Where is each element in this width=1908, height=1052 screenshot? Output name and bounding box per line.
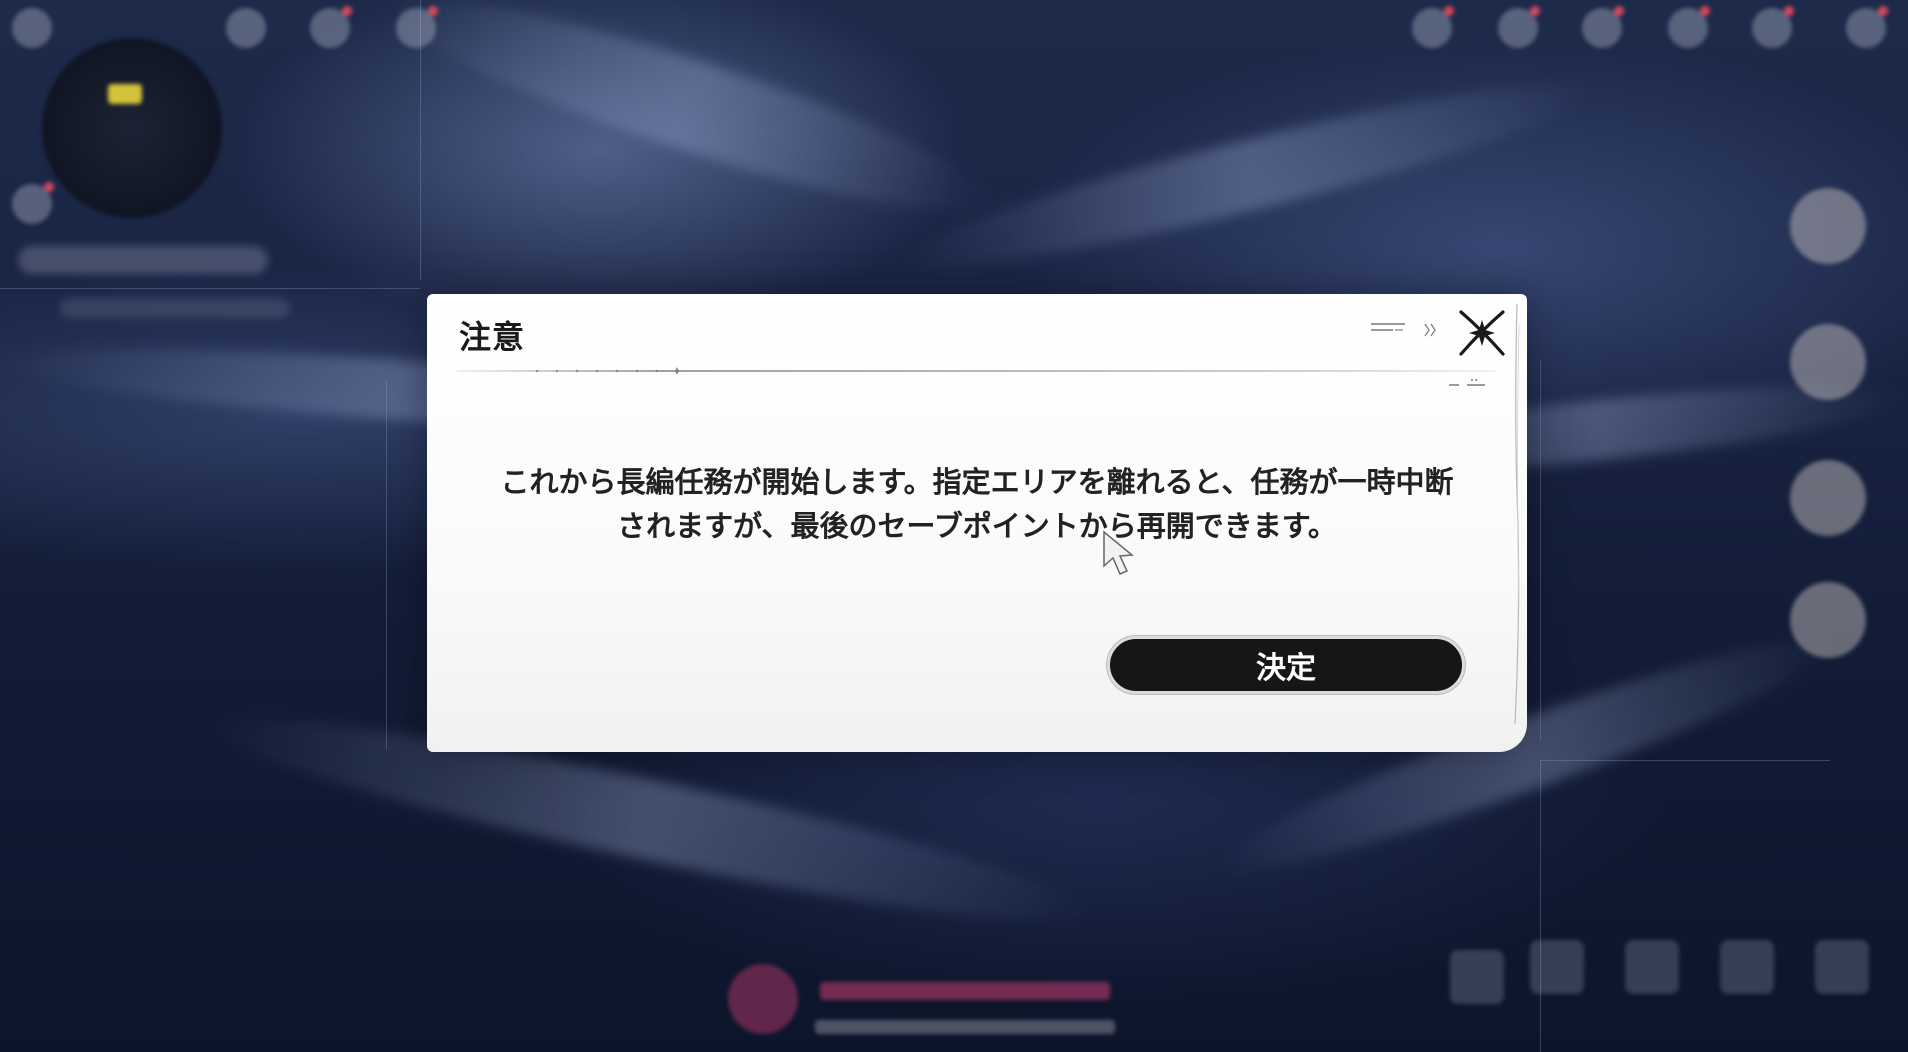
- bg-streak: [381, 0, 999, 244]
- quest-icon[interactable]: [12, 182, 54, 224]
- top-menu-icon[interactable]: [1846, 6, 1888, 48]
- bg-streak: [901, 56, 1599, 294]
- notification-dot: [428, 6, 438, 16]
- dialog-edge-decoration: [1514, 304, 1520, 724]
- dialog-title: 注意: [459, 318, 526, 356]
- notification-dot: [1784, 6, 1794, 16]
- hud-frame-line: [0, 288, 420, 289]
- close-x-icon[interactable]: [1455, 306, 1509, 360]
- notification-dot: [1878, 6, 1888, 16]
- dialog-message: これから長編任務が開始します。指定エリアを離れると、任務が一時中断 されますが、…: [467, 460, 1487, 548]
- notification-dot: [1530, 6, 1540, 16]
- notice-dialog: 注意 これから長編任務が開始します。指定エリアを離れると、任務が一時中断 されま: [427, 294, 1527, 752]
- party-avatar[interactable]: [1790, 582, 1866, 658]
- dialog-message-line: されますが、最後のセーブポイントから再開できます。: [617, 509, 1337, 543]
- skill-slot-icon[interactable]: [1450, 950, 1504, 1004]
- mouse-cursor-icon: [1103, 530, 1134, 575]
- skill-slot-icon[interactable]: [1530, 940, 1584, 994]
- mail-icon[interactable]: [396, 6, 438, 48]
- corner-deco-icon: [1449, 379, 1485, 386]
- character-orb: [728, 964, 798, 1034]
- notification-dot: [1444, 6, 1454, 16]
- top-menu-icon[interactable]: [1752, 6, 1794, 48]
- menu-icon[interactable]: [226, 8, 266, 48]
- minimap[interactable]: [42, 38, 222, 218]
- skill-slot-icon[interactable]: [1815, 940, 1869, 994]
- confirm-button[interactable]: 決定: [1107, 636, 1465, 694]
- top-menu-icon[interactable]: [1412, 6, 1454, 48]
- party-avatar[interactable]: [1790, 324, 1866, 400]
- settings-icon[interactable]: [12, 8, 52, 48]
- party-avatar[interactable]: [1790, 188, 1866, 264]
- hud-frame-line: [1540, 760, 1830, 761]
- skill-slot-icon[interactable]: [1720, 940, 1774, 994]
- top-menu-icon[interactable]: [1582, 6, 1624, 48]
- quest-tracker[interactable]: [18, 246, 268, 274]
- notification-dot: [1614, 6, 1624, 16]
- stamina-bar: [815, 1020, 1115, 1034]
- header-deco-icon: [1371, 323, 1436, 337]
- minimap-marker-icon: [108, 84, 142, 104]
- dialog-message-line: これから長編任務が開始します。指定エリアを離れると、任務が一時中断: [500, 465, 1454, 499]
- notification-dot: [44, 182, 54, 192]
- health-bar: [820, 982, 1110, 1000]
- hud-frame-line: [1540, 760, 1541, 1052]
- hud-frame-line: [1540, 360, 1541, 740]
- quest-tracker-detail: [60, 298, 290, 318]
- hud-frame-line: [386, 380, 387, 750]
- notification-dot: [1700, 6, 1710, 16]
- party-avatar[interactable]: [1790, 460, 1866, 536]
- top-menu-icon[interactable]: [1498, 6, 1540, 48]
- event-icon[interactable]: [310, 6, 352, 48]
- top-menu-icon[interactable]: [1668, 6, 1710, 48]
- skill-slot-icon[interactable]: [1625, 940, 1679, 994]
- title-divider: [457, 370, 1497, 372]
- notification-dot: [342, 6, 352, 16]
